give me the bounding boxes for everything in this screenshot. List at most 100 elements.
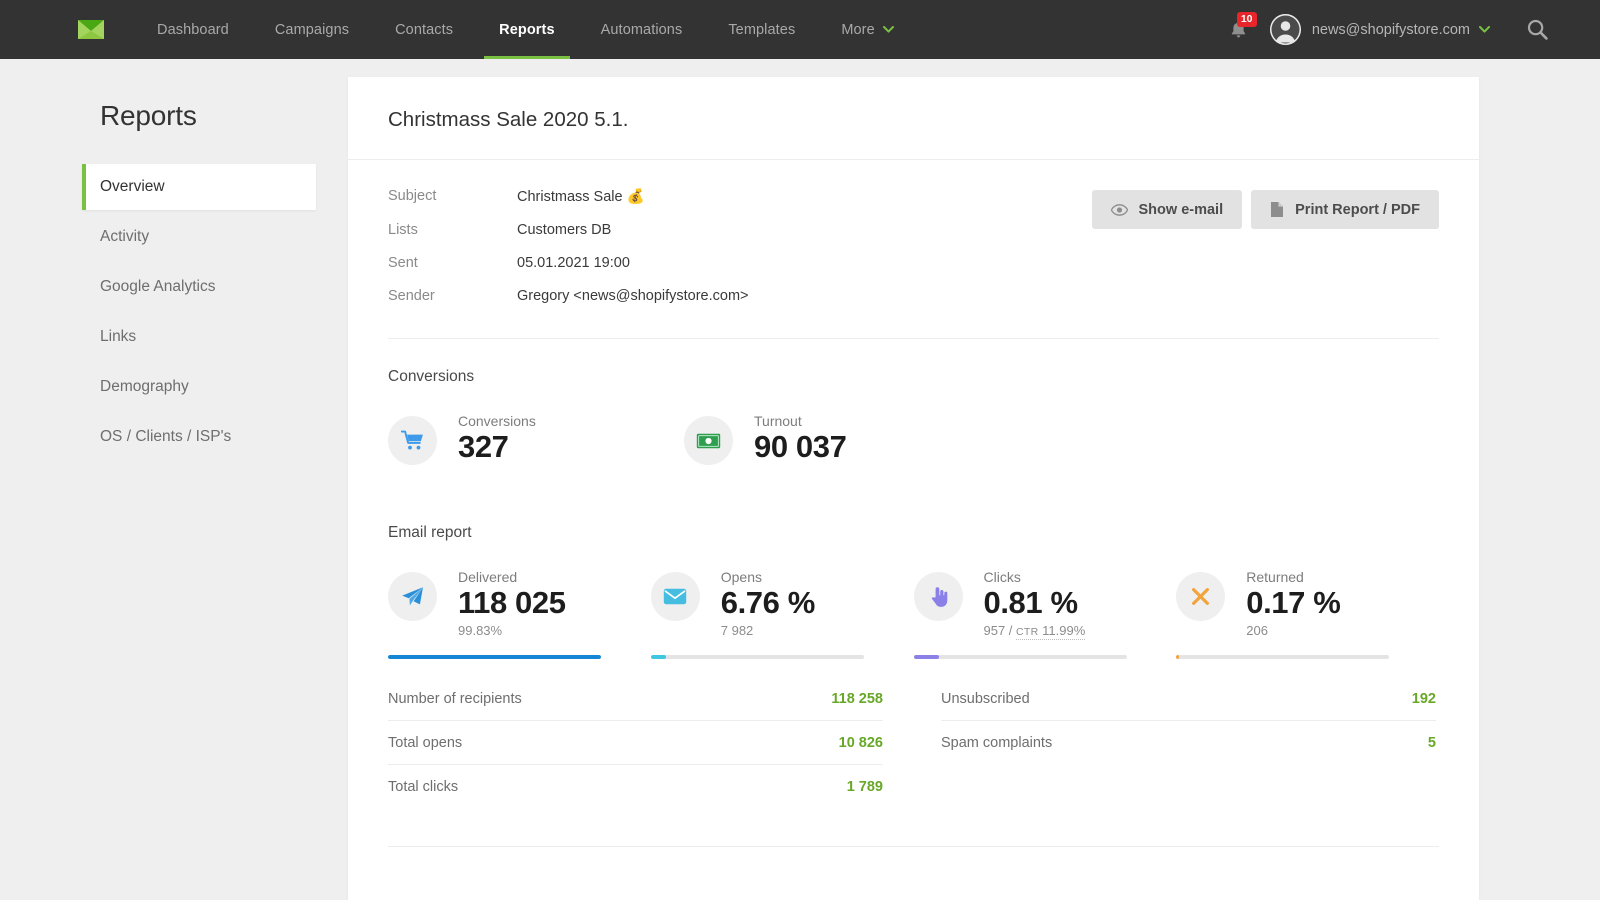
stat-delivered: Delivered 118 025 99.83% [388,568,651,659]
sidebar-item-google-analytics[interactable]: Google Analytics [82,264,316,310]
progress-bar-fill [914,655,940,659]
email-report-section: Email report [348,495,1479,663]
row-label: Spam complaints [941,735,1052,751]
table-row: Spam complaints 5 [941,721,1436,764]
report-title: Christmass Sale 2020 5.1. [348,77,1479,160]
row-value: 118 258 [831,691,883,707]
progress-bar-opens [651,655,864,659]
nav-item-dashboard[interactable]: Dashboard [134,0,252,59]
meta-value: Gregory <news@shopifystore.com> [517,288,749,304]
meta-row-subject: Subject Christmass Sale 💰 [388,188,749,222]
email-report-stat-row: Delivered 118 025 99.83% [388,568,1439,659]
nav-item-templates[interactable]: Templates [705,0,818,59]
chevron-down-icon [883,22,894,37]
row-value: 192 [1412,691,1436,707]
sidebar-item-overview[interactable]: Overview [82,164,316,210]
stat-value: 118 025 [458,586,566,619]
stat-value: 327 [458,430,536,463]
stat-returned: Returned 0.17 % 206 [1176,568,1439,659]
stat-value: 6.76 % [721,586,815,619]
table-row: Total opens 10 826 [388,721,883,765]
clicks-count: 957 / [984,623,1017,638]
top-navigation-bar: Dashboard Campaigns Contacts Reports Aut… [0,0,1600,59]
envelope-logo[interactable] [70,0,112,59]
report-card: Christmass Sale 2020 5.1. Subject Christ… [348,77,1479,900]
stat-turnout: Turnout 90 037 [684,412,980,465]
ctr-number: 11.99% [1039,623,1086,638]
row-label: Total clicks [388,779,458,795]
sidebar-item-activity[interactable]: Activity [82,214,316,260]
stat-conversions: Conversions 327 [388,412,684,465]
row-label: Unsubscribed [941,691,1030,707]
report-actions: Show e-mail Print Report / PDF [1092,188,1439,229]
conversions-section-title: Conversions [388,368,1439,386]
meta-row-lists: Lists Customers DB [388,222,749,255]
shopping-cart-icon [388,416,437,465]
detail-tables-section: Number of recipients 118 258 Total opens… [348,663,1479,846]
nav-item-more[interactable]: More [818,0,916,59]
progress-bar-fill [388,655,601,659]
user-menu-chevron-down-icon[interactable] [1479,26,1490,33]
nav-item-reports[interactable]: Reports [476,0,578,59]
table-row: Number of recipients 118 258 [388,677,883,721]
stat-clicks: Clicks 0.81 % 957 / CTR 11.99% [914,568,1177,659]
pointing-hand-icon [914,572,963,621]
x-cross-icon [1176,572,1225,621]
ctr-label: CTR [1016,626,1038,638]
report-meta-table: Subject Christmass Sale 💰 Lists Customer… [388,188,749,304]
paper-plane-icon [388,572,437,621]
nav-item-automations[interactable]: Automations [578,0,706,59]
sidebar-item-label: Activity [100,228,149,246]
button-label: Show e-mail [1139,202,1224,218]
stat-value: 0.81 % [984,586,1086,619]
meta-value: Customers DB [517,222,749,255]
nav-item-campaigns[interactable]: Campaigns [252,0,372,59]
search-icon[interactable] [1527,19,1548,40]
banknote-icon [684,416,733,465]
row-value: 1 789 [847,779,883,795]
nav-left-group: Dashboard Campaigns Contacts Reports Aut… [0,0,917,59]
stat-sub: 957 / CTR 11.99% [984,623,1086,638]
document-icon [1270,201,1284,218]
sidebar-item-label: OS / Clients / ISP's [100,428,231,446]
stat-label: Turnout [754,413,846,429]
stat-label: Delivered [458,569,566,585]
nav-item-label: Reports [499,22,555,38]
row-value: 5 [1428,735,1436,751]
detail-table-left: Number of recipients 118 258 Total opens… [388,677,883,808]
progress-bar-fill [1176,655,1179,659]
nav-item-label: Contacts [395,22,453,38]
stat-opens: Opens 6.76 % 7 982 [651,568,914,659]
show-email-button[interactable]: Show e-mail [1092,190,1243,229]
user-avatar[interactable] [1270,14,1301,45]
sidebar-item-os-clients-isps[interactable]: OS / Clients / ISP's [82,414,316,460]
primary-nav-items: Dashboard Campaigns Contacts Reports Aut… [134,0,917,59]
sidebar-item-label: Demography [100,378,189,396]
table-row: Unsubscribed 192 [941,677,1436,721]
section-divider [388,846,1439,847]
meta-key: Sender [388,288,517,304]
nav-item-label: Automations [601,22,683,38]
print-report-pdf-button[interactable]: Print Report / PDF [1251,190,1439,229]
meta-row-sender: Sender Gregory <news@shopifystore.com> [388,288,749,304]
stat-sub: 206 [1246,623,1340,638]
email-report-section-title: Email report [388,524,1439,542]
eye-icon [1111,204,1128,216]
table-row: Total clicks 1 789 [388,765,883,808]
sidebar-item-links[interactable]: Links [82,314,316,360]
button-label: Print Report / PDF [1295,202,1420,218]
page-body: Reports Overview Activity Google Analyti… [0,59,1600,900]
user-email-label[interactable]: news@shopifystore.com [1312,22,1470,38]
stat-value: 0.17 % [1246,586,1340,619]
notifications-button[interactable]: 10 [1224,15,1254,45]
meta-key: Subject [388,188,517,222]
progress-bar-returned [1176,655,1389,659]
meta-key: Sent [388,255,517,288]
stat-value: 90 037 [754,430,846,463]
sidebar-item-label: Links [100,328,136,346]
page-title: Reports [100,100,348,132]
progress-bar-fill [651,655,666,659]
nav-item-contacts[interactable]: Contacts [372,0,476,59]
sidebar-item-demography[interactable]: Demography [82,364,316,410]
conversions-section: Conversions [348,339,1479,495]
